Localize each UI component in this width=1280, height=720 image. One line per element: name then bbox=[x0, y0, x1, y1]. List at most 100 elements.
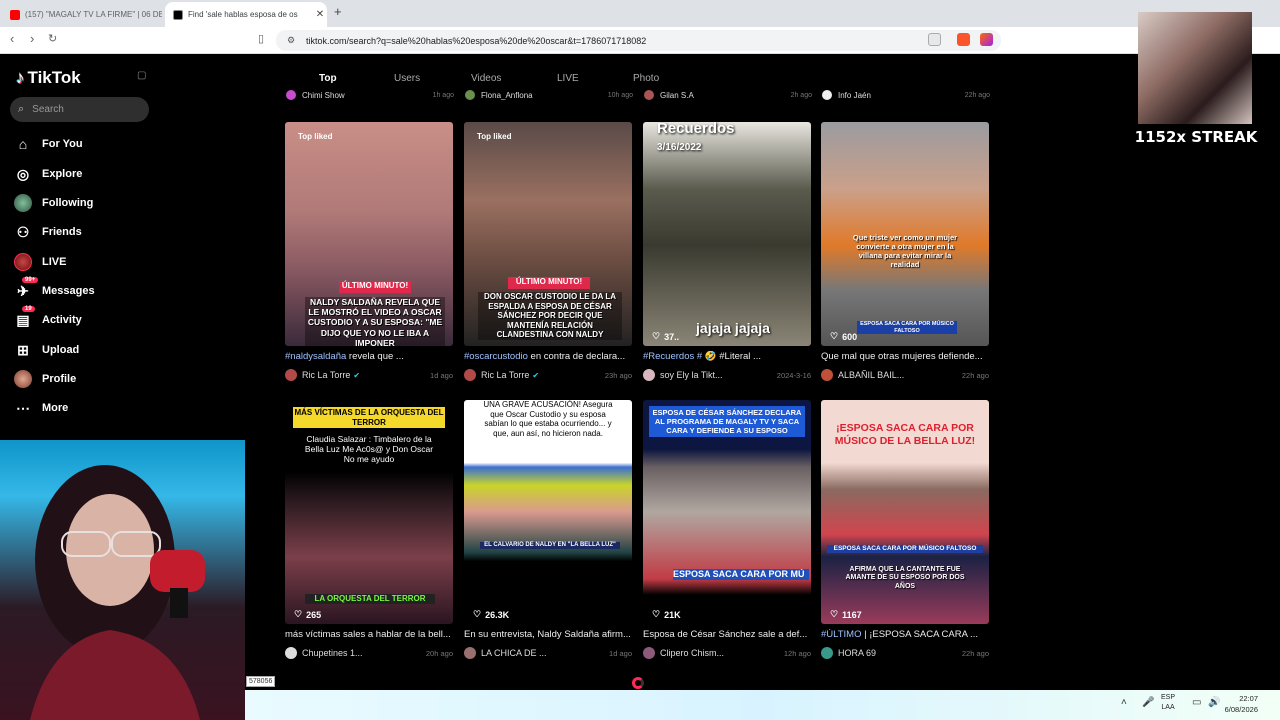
video-thumbnail[interactable]: MÁS VÍCTIMAS DE LA ORQUESTA DEL TERROR C… bbox=[285, 400, 453, 624]
author-row[interactable]: ALBAÑIL BAIL... 22h ago bbox=[821, 369, 989, 381]
stream-overlay-image bbox=[1138, 12, 1252, 124]
tab-photo[interactable]: Photo bbox=[633, 73, 659, 84]
brave-rewards-icon[interactable] bbox=[980, 33, 993, 46]
tab-users[interactable]: Users bbox=[394, 73, 420, 84]
top-liked-label: Top liked bbox=[298, 132, 333, 141]
video-thumbnail[interactable]: UNA GRAVE ACUSACIÓN! Asegura que Oscar C… bbox=[464, 400, 632, 624]
banner-text: ESPOSA SACA CARA POR MÚ bbox=[673, 569, 809, 580]
author-row[interactable]: Ric La Torre ✔ 1d ago bbox=[285, 369, 453, 381]
sidebar-item-following[interactable]: Following bbox=[14, 191, 93, 215]
like-count-text: 1167 bbox=[842, 609, 862, 620]
author-row[interactable]: HORA 69 22h ago bbox=[821, 647, 989, 659]
author-row[interactable]: LA CHICA DE ... 1d ago bbox=[464, 647, 632, 659]
heart-icon: ♡ bbox=[473, 609, 482, 619]
author-name: Gilan S.A bbox=[660, 90, 694, 100]
forward-icon[interactable]: › bbox=[30, 31, 34, 46]
video-description[interactable]: #ÚLTIMO | ¡ESPOSA SACA CARA ... bbox=[821, 629, 989, 642]
language-indicator[interactable]: ESP LAA bbox=[1161, 693, 1175, 713]
prev-row-meta[interactable]: Gilan S.A 2h ago bbox=[644, 89, 812, 101]
url-field[interactable]: ⚙ tiktok.com/search?q=sale%20hablas%20es… bbox=[276, 30, 1001, 51]
video-thumbnail[interactable]: Top liked ÚLTIMO MINUTO! DON OSCAR CUSTO… bbox=[464, 122, 632, 346]
author-name: Flona_Anflona bbox=[481, 90, 533, 100]
sidebar-item-messages[interactable]: ✈ 99+ Messages bbox=[14, 277, 95, 303]
sidebar-item-profile[interactable]: Profile bbox=[14, 367, 76, 391]
author-name: Ric La Torre bbox=[481, 370, 530, 380]
sidebar-item-label: Following bbox=[42, 197, 94, 209]
video-thumbnail[interactable]: ESPOSA DE CÉSAR SÁNCHEZ DECLARA AL PROGR… bbox=[643, 400, 811, 624]
tab-top[interactable]: Top bbox=[319, 73, 337, 84]
video-thumbnail[interactable]: Top liked ÚLTIMO MINUTO! NALDY SALDAÑA R… bbox=[285, 122, 453, 346]
like-count: ♡ 265 bbox=[294, 609, 321, 620]
like-count: ♡ 1167 bbox=[830, 609, 862, 620]
display-icon[interactable]: ▭ bbox=[1192, 697, 1201, 708]
video-card[interactable]: Que triste ver como un mujer convierte a… bbox=[821, 122, 989, 381]
prev-row-meta[interactable]: Flona_Anflona 10h ago bbox=[465, 89, 633, 101]
video-card[interactable]: Top liked ÚLTIMO MINUTO! NALDY SALDAÑA R… bbox=[285, 122, 453, 381]
hashtag[interactable]: #ÚLTIMO bbox=[821, 629, 861, 640]
translate-icon[interactable] bbox=[928, 33, 941, 46]
video-description[interactable]: #naldysaldaña revela que ... bbox=[285, 351, 453, 364]
video-card[interactable]: Top liked ÚLTIMO MINUTO! DON OSCAR CUSTO… bbox=[464, 122, 632, 381]
browser-tab-active[interactable]: Find 'sale hablas esposa de os ✕ bbox=[165, 2, 327, 27]
microphone-icon[interactable]: 🎤 bbox=[1142, 697, 1154, 708]
author-row[interactable]: soy Ely la Tikt... 2024-3-16 bbox=[643, 369, 811, 381]
speaker-icon[interactable]: 🔊 bbox=[1208, 697, 1220, 708]
video-card[interactable]: Recuerdos 3/16/2022 jajaja jajaja ♡ 37.. … bbox=[643, 122, 811, 381]
site-info-icon[interactable]: ⚙ bbox=[287, 35, 295, 46]
video-card[interactable]: ESPOSA DE CÉSAR SÁNCHEZ DECLARA AL PROGR… bbox=[643, 400, 811, 659]
hashtag[interactable]: #Recuerdos # bbox=[643, 351, 705, 362]
prev-row-meta[interactable]: Info Jaén 22h ago bbox=[822, 89, 990, 101]
browser-tab-inactive[interactable]: (157) "MAGALY TV LA FIRME" | 06 DE bbox=[2, 2, 162, 27]
sidebar-item-explore[interactable]: ◎ Explore bbox=[14, 162, 82, 186]
banner-text: ESPOSA SACA CARA POR MÚSICO FALTOSO bbox=[827, 545, 983, 553]
collapse-sidebar-icon[interactable]: ▢ bbox=[137, 70, 146, 81]
close-tab-icon[interactable]: ✕ bbox=[313, 9, 327, 20]
video-description[interactable]: Que mal que otras mujeres defiende... bbox=[821, 351, 989, 364]
tab-videos[interactable]: Videos bbox=[471, 73, 501, 84]
video-card[interactable]: MÁS VÍCTIMAS DE LA ORQUESTA DEL TERROR C… bbox=[285, 400, 453, 659]
video-description[interactable]: Esposa de César Sánchez sale a def... bbox=[643, 629, 811, 642]
video-thumbnail[interactable]: ¡ESPOSA SACA CARA POR MÚSICO DE LA BELLA… bbox=[821, 400, 989, 624]
sidebar-item-activity[interactable]: ▤ 19 Activity bbox=[14, 306, 82, 332]
video-thumbnail[interactable]: Que triste ver como un mujer convierte a… bbox=[821, 122, 989, 346]
tray-chevron-icon[interactable]: ˄ bbox=[1121, 697, 1127, 708]
video-description[interactable]: En su entrevista, Naldy Saldaña afirm... bbox=[464, 629, 632, 642]
system-clock[interactable]: 22:07 6/08/2026 bbox=[1225, 693, 1258, 715]
hashtag[interactable]: #oscarcustodio bbox=[464, 351, 528, 362]
profile-avatar-icon bbox=[14, 370, 32, 388]
video-thumbnail[interactable]: Recuerdos 3/16/2022 jajaja jajaja ♡ 37.. bbox=[643, 122, 811, 346]
tab-live[interactable]: LIVE bbox=[557, 73, 579, 84]
post-time: 23h ago bbox=[604, 370, 632, 380]
overlay-text: Que triste ver como un mujer convierte a… bbox=[852, 233, 958, 269]
author-row[interactable]: Clipero Chism... 12h ago bbox=[643, 647, 811, 659]
brave-shield-icon[interactable] bbox=[957, 33, 970, 46]
video-description[interactable]: más víctimas sales a hablar de la bell..… bbox=[285, 629, 453, 642]
bookmark-icon[interactable]: ▯ bbox=[258, 32, 264, 45]
author-name: soy Ely la Tikt... bbox=[660, 370, 723, 380]
video-card[interactable]: UNA GRAVE ACUSACIÓN! Asegura que Oscar C… bbox=[464, 400, 632, 659]
sidebar-item-live[interactable]: LIVE bbox=[14, 250, 66, 274]
sidebar-item-upload[interactable]: ⊞ Upload bbox=[14, 338, 79, 362]
hashtag[interactable]: #naldysaldaña bbox=[285, 351, 346, 362]
avatar bbox=[822, 90, 832, 100]
sidebar-item-label: Activity bbox=[42, 314, 82, 326]
overlay-text: AFIRMA QUE LA CANTANTE FUE AMANTE DE SU … bbox=[845, 566, 965, 590]
new-tab-icon[interactable]: + bbox=[334, 4, 342, 19]
avatar bbox=[644, 90, 654, 100]
reload-icon[interactable]: ↻ bbox=[48, 32, 57, 45]
tiktok-logo[interactable]: ♪ TikTok bbox=[16, 68, 81, 88]
video-description[interactable]: #Recuerdos # 🤣 #Literal ... bbox=[643, 351, 811, 364]
sidebar-item-more[interactable]: ⋯ More bbox=[14, 396, 68, 420]
back-icon[interactable]: ‹ bbox=[10, 31, 14, 46]
author-row[interactable]: Ric La Torre ✔ 23h ago bbox=[464, 369, 632, 381]
sidebar-item-friends[interactable]: ⚇ Friends bbox=[14, 220, 82, 244]
banner-text: ESPOSA SACA CARA POR MÚSICO FALTOSO bbox=[857, 321, 957, 335]
video-description[interactable]: #oscarcustodio en contra de declara... bbox=[464, 351, 632, 364]
author-row[interactable]: Chupetines 1... 20h ago bbox=[285, 647, 453, 659]
video-card[interactable]: ¡ESPOSA SACA CARA POR MÚSICO DE LA BELLA… bbox=[821, 400, 989, 659]
prev-row-meta[interactable]: Chimi Show 1h ago bbox=[286, 89, 454, 101]
search-input[interactable]: ⌕ Search bbox=[10, 97, 149, 122]
heart-icon: ♡ bbox=[652, 331, 661, 341]
sidebar-item-for-you[interactable]: ⌂ For You bbox=[14, 132, 83, 156]
description-text: Que mal que otras mujeres defiende... bbox=[821, 351, 983, 362]
